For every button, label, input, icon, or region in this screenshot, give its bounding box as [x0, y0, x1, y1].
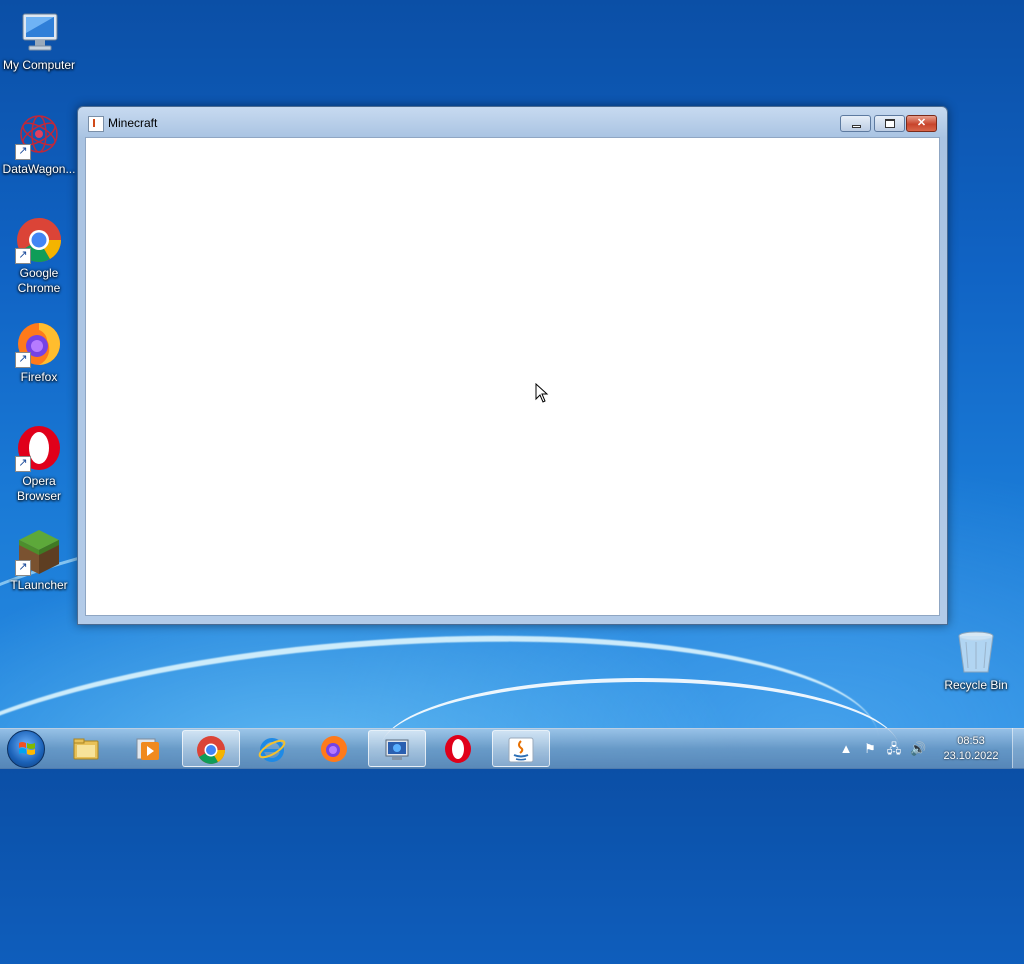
show-desktop-button[interactable]: [1012, 728, 1024, 768]
explorer-folder-icon: [73, 738, 99, 760]
recycle-bin-icon: [952, 628, 1000, 676]
shortcut-arrow-icon: ↗: [15, 456, 31, 472]
desktop-icon-tlauncher[interactable]: ↗ TLauncher: [0, 528, 78, 593]
minecraft-grass-block-icon: ↗: [15, 528, 63, 576]
desktop-icon-label: TLauncher: [10, 578, 68, 592]
datawagon-icon: ↗: [15, 112, 63, 160]
maximize-icon: [885, 119, 895, 128]
clock-date: 23.10.2022: [943, 750, 999, 762]
shortcut-arrow-icon: ↗: [15, 352, 31, 368]
taskbar-clock[interactable]: 08:53 23.10.2022: [932, 734, 1010, 764]
desktop-icon-firefox[interactable]: ↗ Firefox: [0, 320, 78, 385]
taskbar-opera-button[interactable]: [430, 730, 488, 767]
close-button[interactable]: ✕: [906, 115, 937, 132]
desktop-icon-label: Opera Browser: [16, 474, 61, 503]
java-icon: [88, 116, 104, 132]
chrome-icon: ↗: [15, 216, 63, 264]
taskbar-firefox-button[interactable]: [306, 730, 364, 767]
shortcut-arrow-icon: ↗: [15, 560, 31, 576]
shortcut-arrow-icon: ↗: [15, 144, 31, 160]
system-info-monitor-icon: [385, 739, 409, 760]
media-player-icon: [136, 738, 159, 760]
taskbar-system-info-button[interactable]: [368, 730, 426, 767]
chrome-icon: [197, 736, 225, 764]
desktop-icon-opera-browser[interactable]: ↗ Opera Browser: [0, 424, 78, 504]
clock-time: 08:53: [957, 735, 985, 747]
firefox-icon: [321, 736, 347, 762]
show-hidden-arrow-icon[interactable]: ▲: [838, 741, 854, 757]
desktop-icon-label: Firefox: [20, 370, 58, 384]
desktop-icon-recycle-bin[interactable]: Recycle Bin: [937, 628, 1015, 693]
taskbar-java-button[interactable]: [492, 730, 550, 767]
desktop-icon-label: Google Chrome: [17, 266, 61, 295]
minimize-button[interactable]: [840, 115, 871, 132]
start-button[interactable]: [7, 730, 45, 768]
minimize-icon: [852, 125, 861, 128]
taskbar-media-player-button[interactable]: [120, 730, 178, 767]
computer-icon: [15, 8, 63, 56]
desktop-icon-label: My Computer: [2, 58, 76, 72]
taskbar-internet-explorer-button[interactable]: [244, 730, 302, 767]
desktop-icon-my-computer[interactable]: My Computer: [0, 8, 78, 73]
window-title: Minecraft: [108, 116, 158, 130]
network-icon[interactable]: 🖧: [886, 741, 902, 757]
java-icon: [508, 737, 534, 763]
minecraft-window[interactable]: Minecraft ✕: [77, 106, 948, 625]
shortcut-arrow-icon: ↗: [15, 248, 31, 264]
opera-icon: [445, 735, 471, 763]
window-content-area[interactable]: [85, 137, 940, 616]
desktop-icon-label: DataWagon...: [2, 162, 76, 176]
windows-start-icon: [19, 742, 35, 755]
desktop-icon-google-chrome[interactable]: ↗ Google Chrome: [0, 216, 78, 296]
window-titlebar[interactable]: Minecraft ✕: [78, 107, 947, 137]
volume-icon[interactable]: 🔊: [910, 741, 926, 757]
maximize-button[interactable]: [874, 115, 905, 132]
desktop-icon-datawagon[interactable]: ↗ DataWagon...: [0, 112, 78, 177]
firefox-icon: ↗: [15, 320, 63, 368]
taskbar-explorer-button[interactable]: [58, 730, 116, 767]
taskbar-chrome-button[interactable]: [182, 730, 240, 767]
internet-explorer-icon: [258, 738, 286, 762]
close-icon: ✕: [916, 117, 927, 129]
action-center-flag-icon[interactable]: ⚑: [862, 741, 878, 757]
mouse-cursor-icon: [535, 382, 549, 403]
opera-icon: ↗: [15, 424, 63, 472]
desktop-icon-label: Recycle Bin: [944, 678, 1008, 692]
